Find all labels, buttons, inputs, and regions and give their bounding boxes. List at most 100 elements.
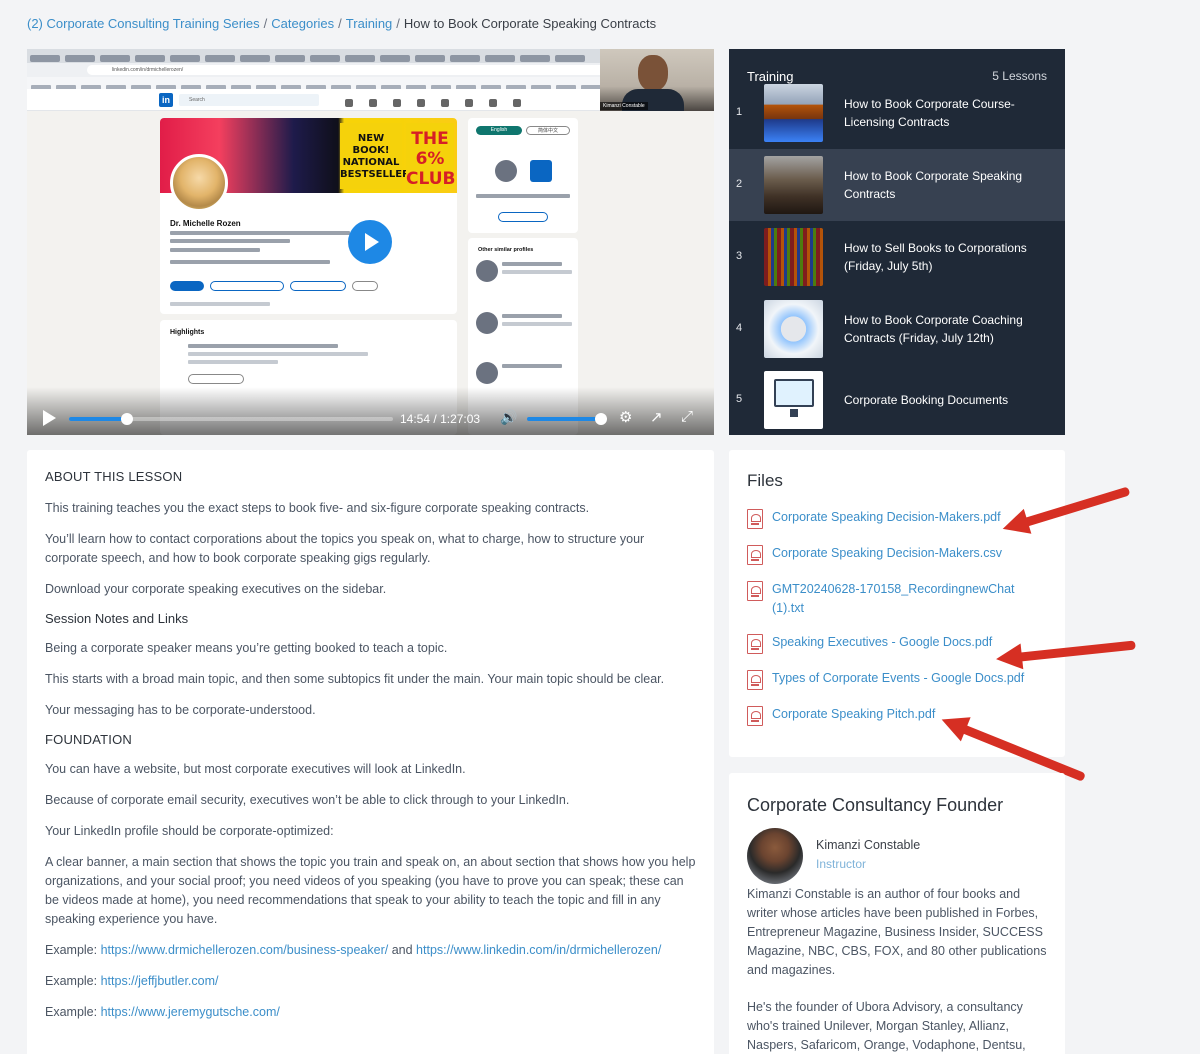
- about-paragraph: You can have a website, but most corpora…: [45, 762, 466, 776]
- lesson-number: 1: [736, 106, 743, 118]
- play-overlay-button[interactable]: [348, 220, 392, 264]
- screen-text-line: [502, 262, 562, 266]
- lesson-thumbnail: [764, 84, 823, 142]
- linkedin-logo-icon: in: [159, 93, 173, 107]
- screen-url-text: linkedin.com/in/drmichellerozen/: [87, 65, 607, 75]
- screen-text-line: [502, 322, 572, 326]
- video-player[interactable]: linkedin.com/in/drmichellerozen/ in Sear…: [27, 49, 714, 435]
- volume-handle[interactable]: [595, 413, 607, 425]
- lesson-item-1[interactable]: 1 How to Book Corporate Course-Licensing…: [729, 77, 1065, 149]
- file-document-icon: [747, 706, 763, 726]
- screen-text-line: [502, 314, 562, 318]
- screen-website-button: [290, 281, 346, 291]
- screen-text-line: [476, 194, 570, 198]
- screen-nav-icons: [345, 94, 537, 112]
- example-label: Example:: [45, 974, 98, 988]
- screen-text-line: [188, 360, 278, 364]
- gear-icon[interactable]: ⚙: [619, 408, 632, 426]
- screen-text-line: [502, 270, 572, 274]
- screen-navigator-button: [210, 281, 284, 291]
- lesson-thumbnail: [764, 156, 823, 214]
- about-paragraph: Your messaging has to be corporate-under…: [45, 703, 316, 717]
- file-document-icon: [747, 634, 763, 654]
- founder-title: Corporate Consultancy Founder: [747, 795, 1004, 815]
- lesson-item-5[interactable]: 5 Corporate Booking Documents: [729, 364, 1065, 436]
- progress-bar[interactable]: [69, 413, 393, 425]
- screen-profile-name: Dr. Michelle Rozen: [170, 219, 241, 228]
- example-3: Example: https://www.jeremygutsche.com/: [45, 1003, 699, 1022]
- progress-fill: [69, 417, 128, 421]
- webcam-label: Kimanzi Constable: [600, 102, 648, 110]
- webcam-overlay: Kimanzi Constable: [600, 49, 714, 111]
- files-title: Files: [747, 471, 783, 490]
- avatar: [747, 828, 803, 884]
- lesson-item-3[interactable]: 3 How to Sell Books to Corporations (Fri…: [729, 221, 1065, 293]
- breadcrumb-separator: /: [396, 16, 400, 31]
- breadcrumb-link-categories[interactable]: Categories: [271, 16, 334, 31]
- lesson-number: 4: [736, 322, 743, 334]
- screen-follow-button: [170, 281, 204, 291]
- play-icon[interactable]: [43, 410, 56, 426]
- lesson-thumbnail: [764, 228, 823, 286]
- example-link-rozen-linkedin[interactable]: https://www.linkedin.com/in/drmichellero…: [416, 943, 661, 957]
- example-link-gutsche[interactable]: https://www.jeremygutsche.com/: [101, 1005, 280, 1019]
- lesson-number: 5: [736, 393, 743, 405]
- lesson-item-4[interactable]: 4 How to Book Corporate Coaching Contrac…: [729, 293, 1065, 365]
- about-paragraph: Because of corporate email security, exe…: [45, 793, 570, 807]
- popout-icon[interactable]: ↗: [650, 408, 663, 426]
- screen-profile-card: NEW BOOK! NATIONAL BESTSELLER THE 6% CLU…: [160, 118, 457, 314]
- screen-profile-thumb: [476, 362, 498, 384]
- file-link[interactable]: Types of Corporate Events - Google Docs.…: [772, 669, 1042, 688]
- lesson-title: Corporate Booking Documents: [844, 393, 1009, 407]
- fullscreen-icon[interactable]: ⤢: [681, 408, 693, 425]
- example-and: and: [391, 943, 413, 957]
- breadcrumb-link-training[interactable]: Training: [346, 16, 392, 31]
- lesson-number: 3: [736, 250, 743, 262]
- breadcrumb-separator: /: [263, 16, 268, 31]
- about-paragraph: Being a corporate speaker means you’re g…: [45, 641, 448, 655]
- screen-highlights-title: Highlights: [170, 329, 205, 336]
- volume-slider[interactable]: [527, 413, 607, 425]
- files-card: Files Corporate Speaking Decision-Makers…: [729, 450, 1065, 757]
- example-label: Example:: [45, 1005, 98, 1019]
- volume-icon[interactable]: 🔊: [500, 409, 517, 426]
- lesson-title: How to Sell Books to Corporations (Frida…: [844, 241, 1027, 273]
- file-document-icon: [747, 509, 763, 529]
- screen-more-button: [352, 281, 378, 291]
- bio-paragraph: He's the founder of Ubora Advisory, a co…: [747, 1000, 1026, 1052]
- lesson-item-2[interactable]: 2 How to Book Corporate Speaking Contrac…: [729, 149, 1065, 221]
- instructor-name: Kimanzi Constable: [816, 838, 921, 852]
- screen-text-line: [170, 239, 290, 243]
- screen-text-line: [170, 248, 260, 252]
- screen-text-line: [170, 231, 350, 235]
- screen-sidebar-ad: English 简体中文: [468, 118, 578, 233]
- lesson-title: How to Book Corporate Course-Licensing C…: [844, 97, 1015, 129]
- screen-ad-logo: [530, 160, 552, 182]
- progress-handle[interactable]: [121, 413, 134, 425]
- about-paragraph: This starts with a broad main topic, and…: [45, 672, 665, 686]
- example-link-butler[interactable]: https://jeffjbutler.com/: [101, 974, 219, 988]
- file-link[interactable]: GMT20240628-170158_RecordingnewChat (1).…: [772, 580, 1027, 618]
- file-document-icon: [747, 581, 763, 601]
- breadcrumb-current: How to Book Corporate Speaking Contracts: [403, 16, 657, 31]
- lesson-thumbnail: [764, 300, 823, 358]
- screen-book-cover: NEW BOOK! NATIONAL BESTSELLER: [340, 123, 410, 189]
- screen-profile-thumb: [476, 312, 498, 334]
- example-link-rozen-site[interactable]: https://www.drmichellerozen.com/business…: [101, 943, 389, 957]
- example-1: Example: https://www.drmichellerozen.com…: [45, 941, 699, 960]
- screen-lang-english: English: [476, 126, 522, 135]
- file-link[interactable]: Corporate Speaking Decision-Makers.csv: [772, 544, 1042, 563]
- lessons-panel: Training 5 Lessons 1 How to Book Corpora…: [729, 49, 1065, 435]
- file-link[interactable]: Corporate Speaking Pitch.pdf: [772, 705, 1042, 724]
- screen-text-line: [188, 344, 338, 348]
- video-controls: 14:54 / 1:27:03 🔊 ⚙ ↗ ⤢: [27, 387, 714, 435]
- breadcrumb: (2) Corporate Consulting Training Series…: [27, 16, 656, 31]
- about-paragraph: This training teaches you the exact step…: [45, 501, 590, 515]
- screen-book-cover-2: THE 6% CLUB: [406, 123, 455, 189]
- screen-text-line: [502, 364, 562, 368]
- screen-profile-avatar: [170, 154, 228, 212]
- breadcrumb-link-series[interactable]: (2) Corporate Consulting Training Series: [27, 16, 260, 31]
- screen-profile-thumb: [476, 260, 498, 282]
- screen-text-line: [188, 352, 368, 356]
- about-heading: ABOUT THIS LESSON: [45, 469, 183, 484]
